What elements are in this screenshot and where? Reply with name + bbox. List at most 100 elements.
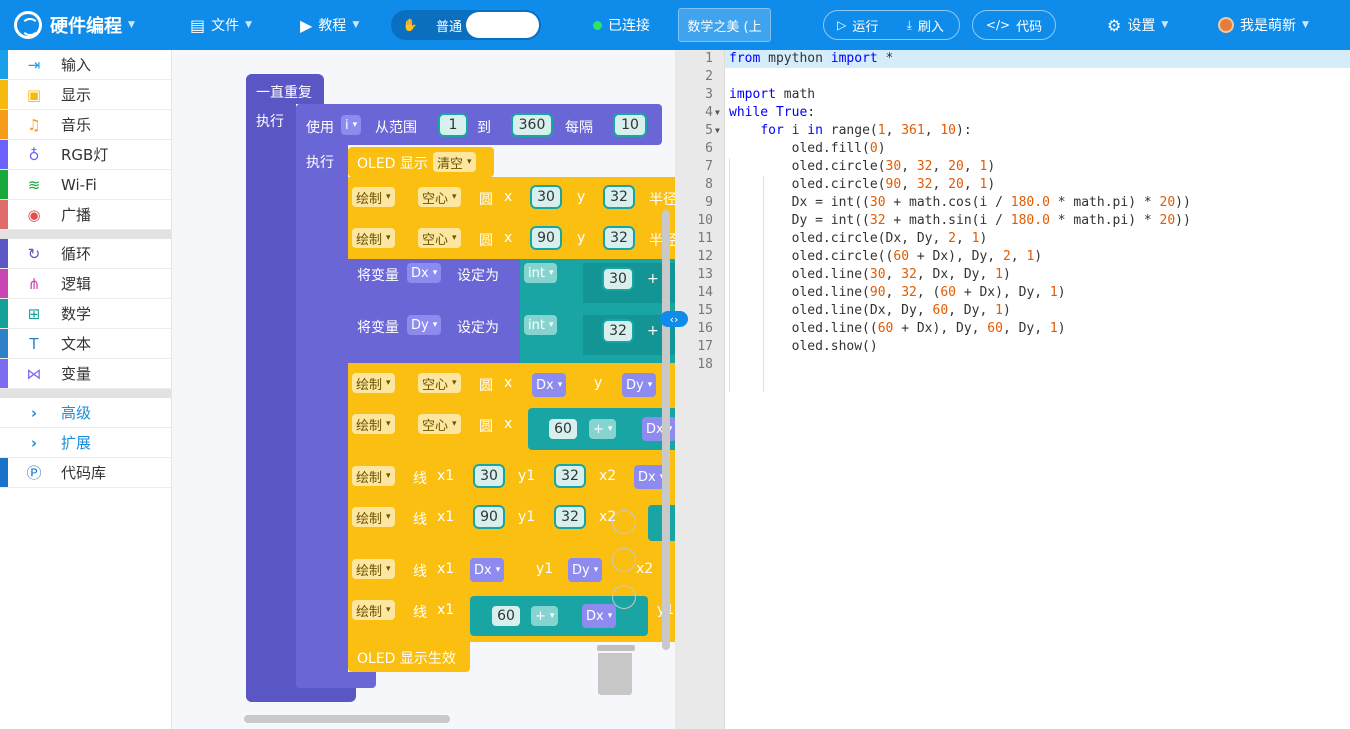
line-y1-input[interactable]: 32	[554, 505, 586, 529]
variable-dropdown[interactable]: Dx	[582, 604, 617, 628]
sidebar-item-loop[interactable]: ↻ 循环	[0, 239, 171, 269]
for-var-dropdown[interactable]: i	[341, 115, 362, 135]
circle-y-input[interactable]: 32	[603, 226, 635, 250]
zoom-out-icon[interactable]	[612, 548, 636, 572]
mode-normal-button[interactable]: ✋ 普通	[393, 12, 466, 38]
workspace-horizontal-scrollbar[interactable]	[244, 715, 450, 723]
hollow-dropdown[interactable]: 空心	[418, 228, 461, 248]
blocks-workspace[interactable]: 一直重复 执行 使用 i 从范围 1 到 360 每隔 10 执行 OLED 显…	[172, 50, 675, 729]
line-x1-input[interactable]: 30	[473, 464, 505, 488]
draw-dropdown[interactable]: 绘制	[352, 414, 395, 434]
draw-dropdown[interactable]: 绘制	[352, 373, 395, 393]
sidebar-item-extension[interactable]: › 扩展	[0, 428, 171, 458]
code-line[interactable]: Dy = int((32 + math.sin(i / 180.0 * math…	[729, 212, 1191, 230]
code-editor[interactable]: 1 from mpython import * 2 3 import math 4 ▼ whi…	[675, 50, 1350, 729]
code-line[interactable]: oled.line(90, 32, (60 + Dx), Dy, 1)	[729, 284, 1066, 302]
circle-x-input[interactable]: 90	[530, 226, 562, 250]
hollow-dropdown[interactable]: 空心	[418, 373, 461, 393]
sidebar-item-text[interactable]: T 文本	[0, 329, 171, 359]
for-start-input[interactable]: 1	[438, 113, 468, 137]
app-logo[interactable]: 硬件编程 ▼	[14, 0, 135, 50]
zoom-in-icon[interactable]	[612, 510, 636, 534]
hollow-dropdown[interactable]: 空心	[418, 414, 461, 434]
add-input[interactable]: 60	[490, 604, 522, 628]
draw-line-block[interactable]	[348, 456, 675, 497]
fold-arrow-icon[interactable]: ▼	[715, 122, 720, 140]
mode-toggle[interactable]: ✋ 普通 ▥ 教学	[391, 10, 541, 40]
connection-status[interactable]: 已连接	[593, 0, 650, 50]
flash-button[interactable]: ⤓ 刷入	[892, 16, 960, 35]
sidebar-item-label: 变量	[61, 365, 92, 383]
forever-block[interactable]	[246, 74, 296, 702]
workspace-vertical-scrollbar[interactable]	[662, 210, 670, 650]
variable-dropdown[interactable]: Dx	[470, 558, 505, 582]
zoom-reset-icon[interactable]	[612, 585, 636, 609]
draw-dropdown[interactable]: 绘制	[352, 600, 395, 620]
circle-x-input[interactable]: 30	[530, 185, 562, 209]
code-line[interactable]: oled.circle(90, 32, 20, 1)	[729, 176, 996, 194]
sidebar-item-advanced[interactable]: › 高级	[0, 398, 171, 428]
sidebar-item-math[interactable]: ⊞ 数学	[0, 299, 171, 329]
code-line[interactable]: oled.line((60 + Dx), Dy, 60, Dy, 1)	[729, 320, 1066, 338]
line-x1-input[interactable]: 90	[473, 505, 505, 529]
user-menu[interactable]: 我是萌新 ▼	[1218, 0, 1309, 50]
code-button[interactable]: </> 代码	[972, 10, 1056, 40]
hollow-dropdown[interactable]: 空心	[418, 187, 461, 207]
code-line[interactable]: Dx = int((30 + math.cos(i / 180.0 * math…	[729, 194, 1191, 212]
variable-dropdown[interactable]: Dx	[407, 263, 442, 283]
sidebar-item-display[interactable]: ▣ 显示	[0, 80, 171, 110]
sidebar-item-rgb[interactable]: ♁ RGB灯	[0, 140, 171, 170]
add-input[interactable]: 30	[602, 267, 634, 291]
run-button[interactable]: ▷ 运行	[824, 16, 892, 35]
add-input[interactable]: 60	[547, 417, 579, 441]
int-dropdown[interactable]: int	[524, 315, 558, 335]
variable-dropdown[interactable]: Dy	[568, 558, 603, 582]
radius-label: 半径	[649, 192, 675, 208]
circle-y-input[interactable]: 32	[603, 185, 635, 209]
code-line[interactable]: for i in range(1, 361, 10):	[729, 122, 971, 140]
math-icon: ⊞	[27, 304, 41, 323]
draw-dropdown[interactable]: 绘制	[352, 187, 395, 207]
oled-clear-dropdown[interactable]: 清空	[433, 152, 476, 172]
code-line[interactable]: oled.circle(30, 32, 20, 1)	[729, 158, 996, 176]
code-line[interactable]: while True:	[729, 104, 815, 122]
code-line[interactable]: oled.circle(Dx, Dy, 2, 1)	[729, 230, 988, 248]
fold-arrow-icon[interactable]: ▼	[715, 104, 720, 122]
int-dropdown[interactable]: int	[524, 263, 558, 283]
for-end-input[interactable]: 360	[511, 113, 553, 137]
sidebar-item-input[interactable]: ⇥ 输入	[0, 50, 171, 80]
draw-dropdown[interactable]: 绘制	[352, 228, 395, 248]
line-y1-input[interactable]: 32	[554, 464, 586, 488]
sidebar-item-code-library[interactable]: Ⓟ 代码库	[0, 458, 171, 488]
draw-dropdown[interactable]: 绘制	[352, 466, 395, 486]
mode-teach-button[interactable]: ▥ 教学	[466, 12, 539, 38]
sidebar-item-broadcast[interactable]: ◉ 广播	[0, 200, 171, 230]
code-line[interactable]: oled.show()	[729, 338, 878, 356]
sidebar-item-variable[interactable]: ⋈ 变量	[0, 359, 171, 389]
code-line[interactable]: oled.fill(0)	[729, 140, 886, 158]
code-line[interactable]: from mpython import *	[729, 50, 893, 68]
draw-dropdown[interactable]: 绘制	[352, 559, 395, 579]
code-line[interactable]: import math	[729, 86, 815, 104]
code-line[interactable]: oled.line(Dx, Dy, 60, Dy, 1)	[729, 302, 1011, 320]
variable-dropdown[interactable]: Dx	[532, 373, 567, 397]
trash-icon[interactable]	[597, 645, 635, 695]
sidebar-item-music[interactable]: ♫ 音乐	[0, 110, 171, 140]
file-menu[interactable]: ▤ 文件 ▼	[190, 0, 252, 50]
variable-dropdown[interactable]: Dy	[622, 373, 657, 397]
sidebar-item-wifi[interactable]: ≋ Wi-Fi	[0, 170, 171, 200]
variable-dropdown[interactable]: Dy	[407, 315, 442, 335]
add-input[interactable]: 32	[602, 319, 634, 343]
code-line[interactable]: oled.line(30, 32, Dx, Dy, 1)	[729, 266, 1011, 284]
code-line[interactable]: oled.circle((60 + Dx), Dy, 2, 1)	[729, 248, 1042, 266]
sidebar-item-logic[interactable]: ⋔ 逻辑	[0, 269, 171, 299]
draw-dropdown[interactable]: 绘制	[352, 507, 395, 527]
project-name[interactable]: 数学之美 (上	[678, 8, 771, 42]
variable-dropdown[interactable]: Dx	[642, 417, 675, 441]
panel-resize-handle-icon[interactable]: ‹›	[660, 311, 688, 327]
for-step-input[interactable]: 10	[613, 113, 647, 137]
tutorial-menu[interactable]: ▶ 教程 ▼	[300, 0, 359, 50]
plus-dropdown[interactable]: +	[589, 419, 617, 439]
settings-menu[interactable]: ⚙ 设置 ▼	[1107, 0, 1168, 50]
plus-dropdown[interactable]: +	[531, 606, 559, 626]
